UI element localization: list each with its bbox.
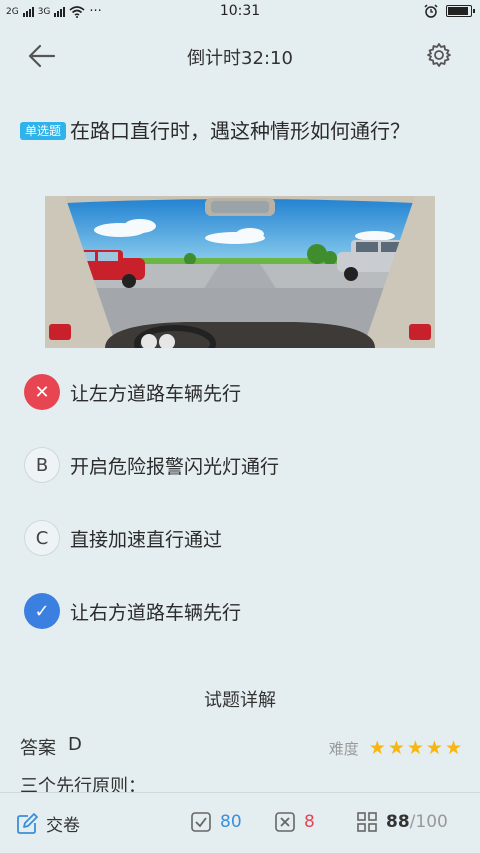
difficulty-stars: ★ ★ ★ ★ ★ [369,739,462,758]
answer-row: 答案 D [20,734,82,760]
option-b[interactable]: B 开启危险报警闪光灯通行 [24,446,279,484]
question-text-block: 单选题 在路口直行时，遇这种情形如何通行？ [20,114,460,148]
answer-label: 答案 [20,738,56,759]
clock: 10:31 [219,3,261,19]
explanation-title: 试题详解 [204,690,276,711]
option-d-text: 让右方道路车辆先行 [70,601,242,624]
star-icon: ★ [368,737,386,759]
wrong-answer-icon: ✕ [24,374,60,410]
question-type-badge: 单选题 [20,122,67,140]
header: 倒计时32:10 [0,24,480,88]
battery-icon [446,5,475,17]
option-d[interactable]: ✓ 让右方道路车辆先行 [24,592,241,630]
progress-text: 88/100 [386,812,448,832]
wrong-count[interactable]: 8 [274,811,315,833]
question-text: 在路口直行时，遇这种情形如何通行？ [70,119,411,143]
submit-button[interactable]: 交卷 [16,811,80,836]
progress-button[interactable]: 88/100 [356,811,448,833]
submit-label: 交卷 [46,816,80,836]
option-c-text: 直接加速直行通过 [70,528,223,551]
edit-icon [17,812,38,834]
x-box-icon [275,812,295,832]
bottom-bar: 交卷 80 8 88/100 [0,792,480,853]
correct-answer-icon: ✓ [24,593,60,629]
status-bar: 2G 3G ··· 10:31 [0,0,480,24]
option-c[interactable]: C 直接加速直行通过 [24,519,222,557]
checkbox-icon [191,812,211,832]
star-icon: ★ [444,737,462,759]
option-a-text: 让左方道路车辆先行 [70,382,242,405]
star-icon: ★ [425,737,443,759]
difficulty-label: 难度 [328,740,359,758]
wrong-count-value: 8 [304,812,315,832]
progress-current: 88 [386,812,410,832]
alarm-icon [424,4,438,18]
answer-value: D [68,734,82,755]
option-b-text: 开启危险报警闪光灯通行 [70,455,280,478]
countdown-title: 倒计时32:10 [187,48,293,69]
difficulty-rating: 难度 ★ ★ ★ ★ ★ [329,738,462,759]
gear-icon[interactable] [426,42,452,68]
option-a[interactable]: ✕ 让左方道路车辆先行 [24,373,241,411]
question-image [45,196,435,348]
correct-count[interactable]: 80 [190,811,242,833]
star-icon: ★ [406,737,424,759]
grid-icon [357,812,377,832]
correct-count-value: 80 [220,812,242,832]
star-icon: ★ [387,737,405,759]
progress-total: /100 [409,812,448,832]
option-b-marker: B [24,447,60,483]
option-c-marker: C [24,520,60,556]
